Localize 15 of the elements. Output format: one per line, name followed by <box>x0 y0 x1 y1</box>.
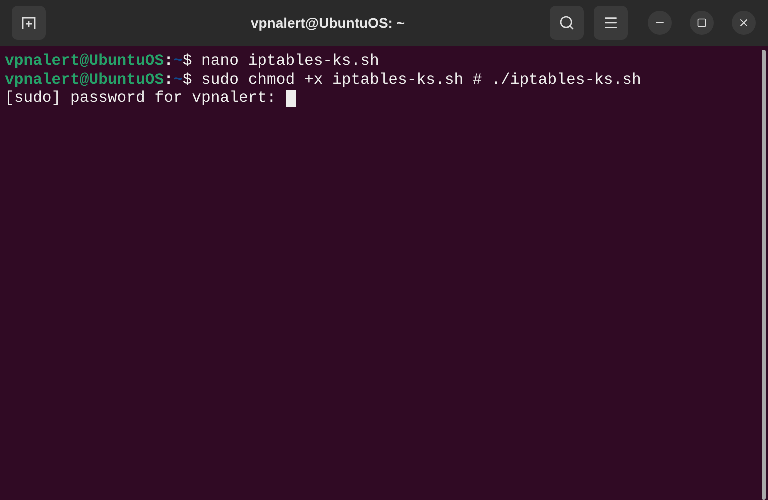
scrollbar[interactable] <box>762 50 766 500</box>
close-icon <box>738 17 750 29</box>
new-tab-icon <box>21 15 37 31</box>
terminal-line: vpnalert@UbuntuOS:~$ nano iptables-ks.sh <box>5 52 380 70</box>
menu-icon <box>603 15 619 31</box>
close-button[interactable] <box>732 11 756 35</box>
terminal-line: vpnalert@UbuntuOS:~$ sudo chmod +x iptables-ks.sh # ./iptables-ks.sh <box>5 70 642 89</box>
window-title: vpnalert@UbuntuOS: ~ <box>250 14 406 33</box>
menu-button[interactable] <box>594 6 628 40</box>
new-tab-button[interactable] <box>12 6 46 40</box>
search-button[interactable] <box>550 6 584 40</box>
terminal-line: [sudo] password for vpnalert: <box>5 89 278 108</box>
maximize-icon <box>697 18 707 28</box>
search-icon <box>559 15 575 31</box>
maximize-button[interactable] <box>690 11 714 35</box>
